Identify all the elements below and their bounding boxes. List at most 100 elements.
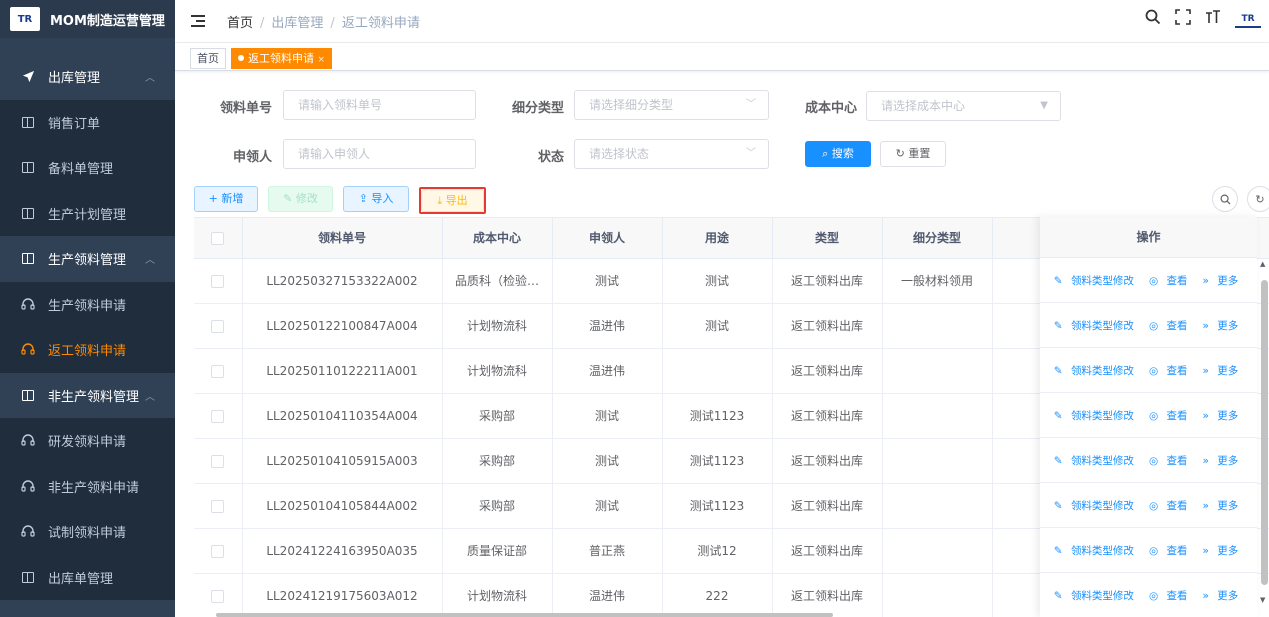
edit-type-link[interactable]: ✎ 领料类型修改 bbox=[1054, 453, 1139, 468]
order-no-input[interactable]: 请输入领料单号 bbox=[283, 90, 476, 120]
row-checkbox[interactable] bbox=[194, 258, 243, 304]
logo-row: TR MOM制造运营管理 bbox=[0, 0, 175, 38]
edit-type-link[interactable]: ✎ 领料类型修改 bbox=[1054, 543, 1139, 558]
hamburger-icon[interactable] bbox=[191, 15, 205, 27]
more-link[interactable]: » 更多 bbox=[1202, 273, 1243, 288]
edit-type-link[interactable]: ✎ 领料类型修改 bbox=[1054, 498, 1139, 513]
applicant-label: 申领人 bbox=[233, 150, 273, 165]
applicant-input[interactable]: 请输入申领人 bbox=[283, 139, 476, 169]
view-link[interactable]: ◎ 查看 bbox=[1149, 318, 1193, 333]
cell-applicant: 温进伟 bbox=[552, 348, 663, 394]
sidebar: TR MOM制造运营管理 出库管理 ︿ 销售订单 备料单管理 生产计划管理 生产领料管理 ︿… bbox=[0, 0, 175, 617]
col-applicant: 申领人 bbox=[552, 218, 663, 259]
status-label: 状态 bbox=[538, 150, 565, 165]
sidebar-item-5[interactable]: 生产领料申请 bbox=[0, 281, 175, 327]
refresh-icon[interactable]: ↻ bbox=[1247, 186, 1269, 212]
row-checkbox[interactable] bbox=[194, 348, 243, 394]
more-link[interactable]: » 更多 bbox=[1202, 363, 1243, 378]
tag-rework-apply[interactable]: 返工领料申请 × bbox=[231, 48, 333, 69]
add-button[interactable]: + 新增 bbox=[194, 186, 258, 212]
view-link[interactable]: ◎ 查看 bbox=[1149, 588, 1193, 603]
col-type: 类型 bbox=[772, 218, 883, 259]
row-checkbox[interactable] bbox=[194, 573, 243, 617]
row-checkbox[interactable] bbox=[194, 528, 243, 574]
cell-cost-center: 采购部 bbox=[442, 438, 553, 484]
row-checkbox[interactable] bbox=[194, 438, 243, 484]
view-link[interactable]: ◎ 查看 bbox=[1149, 363, 1193, 378]
edit-type-link[interactable]: ✎ 领料类型修改 bbox=[1054, 408, 1139, 423]
cell-cost-center: 质量保证部 bbox=[442, 528, 553, 574]
row-checkbox[interactable] bbox=[194, 483, 243, 529]
breadcrumb-outbound[interactable]: 出库管理 bbox=[271, 16, 323, 31]
row-actions: ✎ 领料类型修改 ◎ 查看 » 更多 bbox=[1040, 483, 1257, 528]
sidebar-item-6[interactable]: 返工领料申请 bbox=[0, 327, 175, 373]
subtype-label: 细分类型 bbox=[512, 101, 565, 116]
more-link[interactable]: » 更多 bbox=[1202, 453, 1243, 468]
cell-subtype bbox=[882, 573, 993, 617]
font-size-icon[interactable] bbox=[1205, 9, 1221, 30]
cell-order-no: LL20250104105844A002 bbox=[242, 483, 443, 529]
cell-cost-center: 计划物流科 bbox=[442, 573, 553, 617]
cell-applicant: 普正燕 bbox=[552, 528, 663, 574]
more-link[interactable]: » 更多 bbox=[1202, 498, 1243, 513]
row-checkbox[interactable] bbox=[194, 303, 243, 349]
reset-button[interactable]: ↻ 重置 bbox=[880, 141, 946, 167]
more-link[interactable]: » 更多 bbox=[1202, 588, 1243, 603]
edit-type-link[interactable]: ✎ 领料类型修改 bbox=[1054, 588, 1139, 603]
breadcrumb-home[interactable]: 首页 bbox=[227, 16, 253, 31]
col-cost-center: 成本中心 bbox=[442, 218, 553, 259]
edit-button[interactable]: ✎ 修改 bbox=[268, 186, 333, 212]
row-checkbox[interactable] bbox=[194, 393, 243, 439]
cell-purpose: 测试1123 bbox=[662, 483, 773, 529]
tag-close-icon[interactable]: × bbox=[318, 55, 326, 65]
cell-cost-center: 品质科（检验… bbox=[442, 258, 553, 304]
import-button[interactable]: ⇪ 导入 bbox=[343, 186, 409, 212]
headset-icon bbox=[20, 525, 36, 539]
sidebar-item-2[interactable]: 备料单管理 bbox=[0, 145, 175, 191]
row-actions: ✎ 领料类型修改 ◎ 查看 » 更多 bbox=[1040, 573, 1257, 617]
sidebar-item-8[interactable]: 研发领料申请 bbox=[0, 418, 175, 464]
sidebar-item-4[interactable]: 生产领料管理 ︿ bbox=[0, 236, 175, 282]
tag-home[interactable]: 首页 bbox=[190, 48, 226, 69]
view-link[interactable]: ◎ 查看 bbox=[1149, 543, 1193, 558]
sidebar-item-7[interactable]: 非生产领料管理 ︿ bbox=[0, 373, 175, 419]
more-link[interactable]: » 更多 bbox=[1202, 408, 1243, 423]
view-link[interactable]: ◎ 查看 bbox=[1149, 273, 1193, 288]
cell-order-no: LL20250104105915A003 bbox=[242, 438, 443, 484]
search-button[interactable]: ⌕ 搜索 bbox=[805, 141, 871, 167]
cell-order-no: LL20250122100847A004 bbox=[242, 303, 443, 349]
sidebar-item-11[interactable]: 出库单管理 bbox=[0, 554, 175, 600]
sidebar-item-9[interactable]: 非生产领料申请 bbox=[0, 463, 175, 509]
subtype-select[interactable]: 请选择细分类型 ﹀ bbox=[574, 90, 769, 120]
sidebar-item-0[interactable]: 出库管理 ︿ bbox=[0, 54, 175, 100]
more-link[interactable]: » 更多 bbox=[1202, 543, 1243, 558]
row-actions: ✎ 领料类型修改 ◎ 查看 » 更多 bbox=[1040, 393, 1257, 438]
fullscreen-icon[interactable] bbox=[1175, 8, 1191, 30]
edit-type-link[interactable]: ✎ 领料类型修改 bbox=[1054, 273, 1139, 288]
headset-icon bbox=[20, 343, 36, 357]
view-link[interactable]: ◎ 查看 bbox=[1149, 498, 1193, 513]
select-all-checkbox[interactable] bbox=[194, 218, 243, 259]
cell-type: 返工领料出库 bbox=[772, 573, 883, 617]
status-select[interactable]: 请选择状态 ﹀ bbox=[574, 139, 769, 169]
edit-type-link[interactable]: ✎ 领料类型修改 bbox=[1054, 318, 1139, 333]
horizontal-scrollbar[interactable] bbox=[216, 613, 833, 617]
cell-subtype bbox=[882, 348, 993, 394]
search-icon[interactable] bbox=[1145, 9, 1161, 30]
sidebar-item-1[interactable]: 销售订单 bbox=[0, 99, 175, 145]
cell-cost-center: 采购部 bbox=[442, 393, 553, 439]
sidebar-item-10[interactable]: 试制领料申请 bbox=[0, 509, 175, 555]
cell-order-no: LL20250104110354A004 bbox=[242, 393, 443, 439]
edit-type-link[interactable]: ✎ 领料类型修改 bbox=[1054, 363, 1139, 378]
tags-view: 首页 返工领料申请 × bbox=[175, 43, 1269, 71]
more-link[interactable]: » 更多 bbox=[1202, 318, 1243, 333]
cost-center-select[interactable]: 请选择成本中心 ▼ bbox=[866, 91, 1061, 121]
view-link[interactable]: ◎ 查看 bbox=[1149, 408, 1193, 423]
sidebar-item-3[interactable]: 生产计划管理 bbox=[0, 190, 175, 236]
vertical-scrollbar[interactable]: ▲ ▼ bbox=[1259, 258, 1269, 608]
app-title: MOM制造运营管理 bbox=[50, 13, 165, 29]
search-toggle-icon[interactable] bbox=[1212, 186, 1238, 212]
view-link[interactable]: ◎ 查看 bbox=[1149, 453, 1193, 468]
user-avatar[interactable]: TR bbox=[1235, 10, 1261, 28]
chevron-down-icon: ﹀ bbox=[746, 99, 756, 110]
